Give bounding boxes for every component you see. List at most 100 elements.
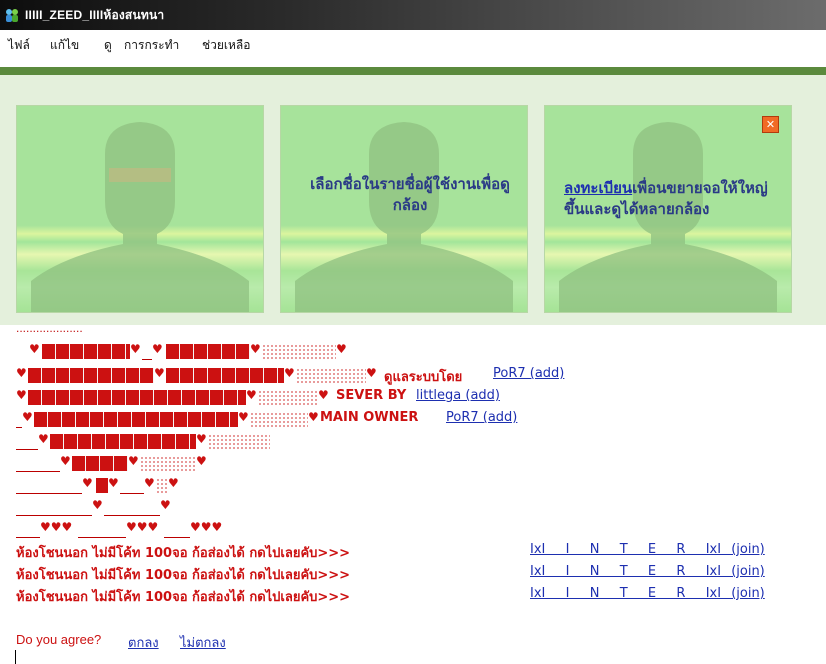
heart-block bbox=[72, 456, 128, 471]
underscore bbox=[16, 471, 60, 472]
heart-block bbox=[34, 412, 238, 427]
art-row-4: ♥ ♥ ♥ MAIN OWNER PoR7 (add) bbox=[16, 410, 636, 428]
camera-panel-1[interactable] bbox=[16, 105, 264, 313]
underscore bbox=[16, 449, 38, 450]
room-text: ห้องโชนนอก ไม่มีโค้ท 100จอ ก้อส่องได้ กด… bbox=[16, 590, 351, 605]
register-hint: ลงทะเบียนเพื่อนขยายจอให้ใหญ่ขึ้นและดูได้… bbox=[564, 178, 782, 220]
server-link[interactable]: littlega (add) bbox=[416, 388, 500, 403]
heart-icon: ♥ bbox=[336, 342, 347, 356]
agree-no-link[interactable]: ไม่ตกลง bbox=[180, 632, 226, 653]
heart-icon: ♥ bbox=[366, 366, 377, 380]
room-row-2: ห้องโชนนอก ไม่มีโค้ท 100จอ ก้อส่องได้ กด… bbox=[16, 564, 776, 583]
title-bar: IIIII_ZEED_IIIIห้องสนทนา bbox=[0, 0, 826, 30]
heart-block bbox=[50, 434, 196, 449]
heart-icon: ♥ bbox=[128, 454, 139, 468]
underscore bbox=[78, 537, 126, 538]
heart-icon: ♥ bbox=[318, 388, 329, 402]
heart-block bbox=[42, 344, 130, 359]
heart-icon: ♥ bbox=[16, 366, 27, 380]
heart-icon: ♥ bbox=[196, 454, 207, 468]
art-row-6: ♥ ♥ ♥ bbox=[16, 454, 316, 472]
heart-icon: ♥ bbox=[108, 476, 119, 490]
app-icon[interactable] bbox=[4, 7, 20, 23]
room-join-link[interactable]: IxI I N T E R IxI (join) bbox=[530, 564, 765, 579]
heart-block bbox=[166, 344, 250, 359]
heart-icon: ♥♥♥ bbox=[190, 520, 223, 534]
underscore bbox=[16, 427, 22, 428]
select-user-hint: เลือกชื่อในรายชื่อผู้ใช้งานเพื่อดูกล้อง bbox=[310, 175, 510, 214]
heart-block bbox=[28, 368, 154, 383]
heart-icon: ♥♥♥ bbox=[126, 520, 159, 534]
heart-icon: ♥ bbox=[196, 432, 207, 446]
room-text: ห้องโชนนอก ไม่มีโค้ท 100จอ ก้อส่องได้ กด… bbox=[16, 568, 351, 583]
heart-icon: ♥ bbox=[308, 410, 319, 424]
heart-icon: ♥ bbox=[152, 342, 163, 356]
text-cursor bbox=[15, 650, 16, 664]
menu-help[interactable]: ช่วยเหลือ bbox=[202, 36, 251, 55]
heart-icon: ♥ bbox=[92, 498, 103, 512]
heart-pattern bbox=[208, 434, 270, 449]
heart-icon: ♥ bbox=[130, 342, 141, 356]
underscore bbox=[16, 493, 82, 494]
room-join-link[interactable]: IxI I N T E R IxI (join) bbox=[530, 542, 765, 557]
art-row-3: ♥ ♥ ♥ SEVER BY littlega (add) bbox=[16, 388, 636, 406]
heart-pattern bbox=[296, 368, 366, 383]
art-row-1: ♥ ♥ ♥ ♥ ♥ bbox=[16, 342, 416, 360]
underscore bbox=[16, 515, 92, 516]
admin-label: ดูแลระบบโดย bbox=[384, 370, 463, 385]
silhouette-icon bbox=[31, 122, 249, 312]
art-row-8: ♥ ♥ bbox=[16, 498, 316, 516]
window-title: IIIII_ZEED_IIIIห้องสนทนา bbox=[25, 8, 165, 22]
art-row-7: ♥ ♥ ♥ ♥ bbox=[16, 476, 316, 494]
underscore bbox=[16, 537, 40, 538]
underscore bbox=[142, 359, 152, 360]
art-row-2: ♥ ♥ ♥ ♥ ดูแลระบบโดย PoR7 (add) bbox=[16, 366, 636, 385]
room-text: ห้องโชนนอก ไม่มีโค้ท 100จอ ก้อส่องได้ กด… bbox=[16, 546, 351, 561]
heart-icon: ♥ bbox=[154, 366, 165, 380]
heart-block bbox=[96, 478, 108, 493]
heart-icon: ♥ bbox=[246, 388, 257, 402]
heart-pattern bbox=[140, 456, 196, 471]
owner-label: MAIN OWNER bbox=[320, 410, 419, 425]
heart-pattern bbox=[156, 478, 168, 493]
heart-icon: ♥ bbox=[16, 388, 27, 402]
heart-icon: ♥ bbox=[250, 342, 261, 356]
register-link[interactable]: ลงทะเบียน bbox=[564, 179, 632, 197]
menu-edit[interactable]: แก้ไข bbox=[50, 36, 79, 55]
underscore bbox=[164, 537, 190, 538]
heart-pattern bbox=[258, 390, 318, 405]
dotted-line: .................... bbox=[16, 321, 83, 335]
heart-icon: ♥ bbox=[168, 476, 179, 490]
heart-icon: ♥♥♥ bbox=[40, 520, 73, 534]
menu-bar: ไฟล์ แก้ไข ดู การกระทำ ช่วยเหลือ bbox=[0, 36, 826, 56]
heart-icon: ♥ bbox=[29, 342, 40, 356]
room-row-3: ห้องโชนนอก ไม่มีโค้ท 100จอ ก้อส่องได้ กด… bbox=[16, 586, 776, 605]
camera-panel-2[interactable]: เลือกชื่อในรายชื่อผู้ใช้งานเพื่อดูกล้อง bbox=[280, 105, 528, 313]
heart-icon: ♥ bbox=[238, 410, 249, 424]
menu-actions[interactable]: การกระทำ bbox=[124, 36, 179, 55]
agree-yes-link[interactable]: ตกลง bbox=[128, 632, 159, 653]
art-row-9: ♥♥♥ ♥♥♥ ♥♥♥ bbox=[16, 520, 316, 538]
menu-file[interactable]: ไฟล์ bbox=[8, 36, 30, 55]
underscore bbox=[104, 515, 160, 516]
header-divider bbox=[0, 67, 826, 75]
admin-link[interactable]: PoR7 (add) bbox=[493, 366, 564, 381]
heart-icon: ♥ bbox=[82, 476, 93, 490]
art-row-5: ♥ ♥ bbox=[16, 432, 316, 450]
camera-panel-3: ✕ ลงทะเบียนเพื่อนขยายจอให้ใหญ่ขึ้นและดูไ… bbox=[544, 105, 792, 313]
heart-icon: ♥ bbox=[38, 432, 49, 446]
heart-icon: ♥ bbox=[144, 476, 155, 490]
agree-question: Do you agree? bbox=[16, 632, 102, 647]
heart-icon: ♥ bbox=[60, 454, 71, 468]
server-label: SEVER BY bbox=[336, 388, 407, 403]
close-icon[interactable]: ✕ bbox=[762, 116, 779, 133]
room-row-1: ห้องโชนนอก ไม่มีโค้ท 100จอ ก้อส่องได้ กด… bbox=[16, 542, 776, 561]
room-join-link[interactable]: IxI I N T E R IxI (join) bbox=[530, 586, 765, 601]
heart-icon: ♥ bbox=[22, 410, 33, 424]
heart-pattern bbox=[262, 344, 336, 359]
menu-view[interactable]: ดู bbox=[104, 36, 112, 55]
owner-link[interactable]: PoR7 (add) bbox=[446, 410, 517, 425]
heart-icon: ♥ bbox=[160, 498, 171, 512]
underscore bbox=[120, 493, 144, 494]
heart-pattern bbox=[250, 412, 308, 427]
